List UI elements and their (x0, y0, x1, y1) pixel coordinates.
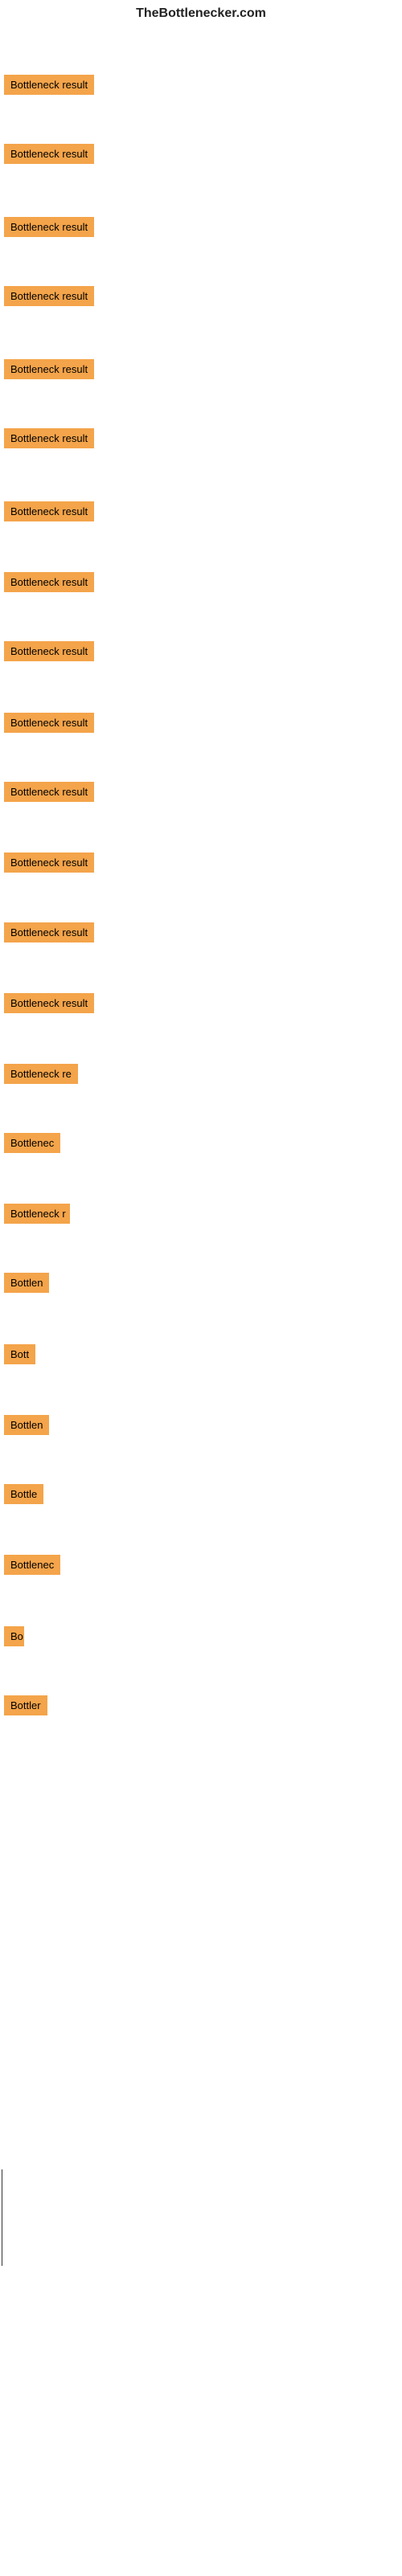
bottleneck-label-15: Bottleneck re (4, 1064, 78, 1084)
bottleneck-label-9: Bottleneck result (4, 641, 94, 661)
bottleneck-label-22: Bottlenec (4, 1555, 60, 1575)
bottleneck-item-18: Bottlen (4, 1273, 49, 1297)
bottleneck-label-18: Bottlen (4, 1273, 49, 1293)
bottleneck-item-2: Bottleneck result (4, 144, 94, 168)
bottleneck-item-13: Bottleneck result (4, 922, 94, 947)
page-wrapper: TheBottlenecker.com Bottleneck resultBot… (0, 0, 402, 2576)
bottleneck-label-10: Bottleneck result (4, 713, 94, 733)
bottleneck-label-14: Bottleneck result (4, 993, 94, 1013)
bottleneck-item-9: Bottleneck result (4, 641, 94, 665)
bottleneck-item-22: Bottlenec (4, 1555, 60, 1579)
bottleneck-item-20: Bottlen (4, 1415, 49, 1439)
bottleneck-item-12: Bottleneck result (4, 853, 94, 877)
bottleneck-label-6: Bottleneck result (4, 428, 94, 448)
bottleneck-item-4: Bottleneck result (4, 286, 94, 310)
bottleneck-item-15: Bottleneck re (4, 1064, 78, 1088)
bottleneck-item-8: Bottleneck result (4, 572, 94, 596)
bottleneck-label-5: Bottleneck result (4, 359, 94, 379)
bottleneck-label-17: Bottleneck r (4, 1204, 70, 1224)
bottleneck-item-24: Bottler (4, 1695, 47, 1719)
bottleneck-label-24: Bottler (4, 1695, 47, 1715)
bottleneck-item-1: Bottleneck result (4, 75, 94, 99)
bottleneck-label-3: Bottleneck result (4, 217, 94, 237)
bottleneck-item-5: Bottleneck result (4, 359, 94, 383)
bottleneck-label-1: Bottleneck result (4, 75, 94, 95)
bottleneck-label-12: Bottleneck result (4, 853, 94, 873)
bottleneck-item-21: Bottle (4, 1484, 43, 1508)
bottleneck-item-10: Bottleneck result (4, 713, 94, 737)
bottleneck-label-19: Bott (4, 1344, 35, 1364)
bottleneck-label-7: Bottleneck result (4, 501, 94, 521)
bottleneck-item-23: Bo (4, 1626, 24, 1650)
bottleneck-label-11: Bottleneck result (4, 782, 94, 802)
bottleneck-item-19: Bott (4, 1344, 35, 1368)
bottleneck-label-2: Bottleneck result (4, 144, 94, 164)
bottleneck-item-17: Bottleneck r (4, 1204, 70, 1228)
bottleneck-item-16: Bottlenec (4, 1133, 60, 1157)
bottleneck-label-21: Bottle (4, 1484, 43, 1504)
bottleneck-label-16: Bottlenec (4, 1133, 60, 1153)
bottleneck-item-7: Bottleneck result (4, 501, 94, 525)
bottleneck-label-23: Bo (4, 1626, 24, 1646)
bottleneck-container: Bottleneck result Bottleneck result Bottle… (0, 29, 402, 2576)
bottleneck-label-4: Bottleneck result (4, 286, 94, 306)
bottleneck-item-3: Bottleneck result (4, 217, 94, 241)
bottleneck-item-14: Bottleneck result (4, 993, 94, 1017)
bottleneck-item-11: Bottleneck result (4, 782, 94, 806)
site-title: TheBottlenecker.com (0, 0, 402, 29)
bottleneck-item-6: Bottleneck result (4, 428, 94, 452)
bottleneck-label-8: Bottleneck result (4, 572, 94, 592)
bottleneck-label-13: Bottleneck result (4, 922, 94, 942)
bottleneck-label-20: Bottlen (4, 1415, 49, 1435)
